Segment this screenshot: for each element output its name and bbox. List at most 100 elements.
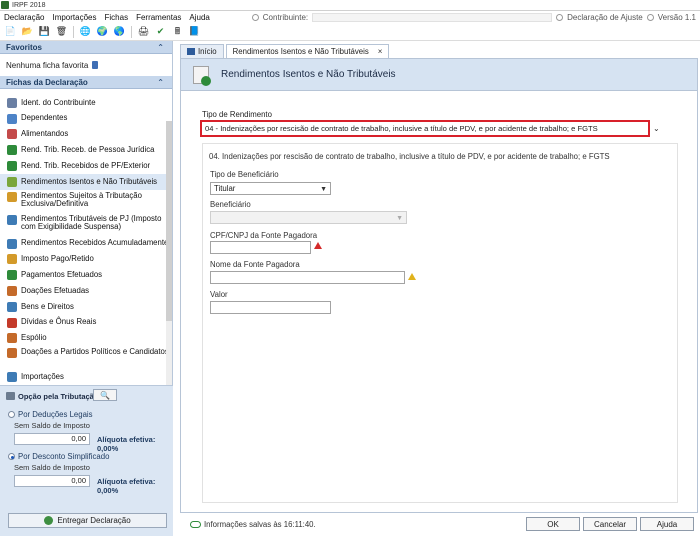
menu-fichas[interactable]: Fichas bbox=[101, 13, 133, 22]
sidebar-item-label: Rend. Trib. Recebidos de PF/Exterior bbox=[21, 160, 151, 170]
sidebar-item[interactable]: Doações a Partidos Políticos e Candidato… bbox=[0, 346, 172, 369]
main-panel: Rendimentos Isentos e Não Tributáveis Ti… bbox=[180, 58, 698, 513]
sidebar-item[interactable]: Bens e Direitos bbox=[0, 299, 172, 315]
ficha-icon bbox=[7, 214, 17, 225]
section-title: 04. Indenizações por rescisão de contrat… bbox=[209, 152, 610, 161]
toolbar: 📄 📂 💾 🗑 🌐 🌍 🌎 🖨 ✔ 🖩 📘 bbox=[0, 23, 700, 41]
save-icon[interactable]: 💾 bbox=[37, 25, 52, 39]
radio-deducoes[interactable]: Por Deduções Legais bbox=[8, 410, 93, 419]
sidebar-item-label: Pagamentos Efetuados bbox=[21, 270, 103, 280]
ajuda-button[interactable]: Ajuda bbox=[640, 517, 694, 531]
ficha-icon bbox=[7, 372, 17, 383]
warning-icon bbox=[408, 273, 416, 280]
menu-importacoes[interactable]: Importações bbox=[48, 13, 100, 22]
scrollbar-thumb[interactable] bbox=[166, 121, 172, 321]
fichas-title: Fichas da Declaração bbox=[6, 77, 88, 87]
favoritos-header[interactable]: Favoritos ⌃ bbox=[0, 41, 172, 54]
ficha-icon bbox=[7, 270, 17, 281]
ficha-icon bbox=[7, 301, 17, 312]
menu-declaracao[interactable]: Declaração bbox=[0, 13, 48, 22]
sidebar-item[interactable]: Rend. Trib. Recebidos de PF/Exterior bbox=[0, 158, 172, 174]
fichas-header[interactable]: Fichas da Declaração ⌃ bbox=[0, 76, 172, 89]
sidebar-item[interactable]: Ident. do Contribuinte bbox=[0, 95, 172, 111]
collapse-icon[interactable]: ⌃ bbox=[157, 78, 164, 87]
chevron-down-icon: ▼ bbox=[396, 215, 403, 222]
menu-ajuda[interactable]: Ajuda bbox=[185, 13, 213, 22]
radio-deducoes-input[interactable] bbox=[8, 411, 15, 418]
sidebar-item[interactable]: Rendimentos Recebidos Acumuladamente bbox=[0, 236, 172, 252]
sidebar-item[interactable]: Alimentandos bbox=[0, 127, 172, 143]
deducoes-aliquota: Alíquota efetiva: 0,00% bbox=[97, 435, 156, 453]
opcao-tributacao-panel: Opção pela Tributação: 🔍 Por Deduções Le… bbox=[0, 385, 173, 536]
entregar-button[interactable]: Entregar Declaração bbox=[8, 513, 167, 528]
open-folder-icon[interactable]: 📂 bbox=[20, 25, 35, 39]
sidebar-item-label: Rendimentos Tributáveis de PJ (Imposto c… bbox=[21, 213, 162, 232]
tipo-rendimento-label: Tipo de Rendimento bbox=[202, 110, 272, 119]
valor-label: Valor bbox=[210, 290, 228, 299]
status-message: Informações salvas às 16:11:40. bbox=[190, 520, 316, 529]
book-icon[interactable]: 📘 bbox=[187, 25, 202, 39]
sidebar-item[interactable]: Dívidas e Ônus Reais bbox=[0, 315, 172, 331]
declaracao-ajuste: Declaração de Ajuste bbox=[567, 12, 643, 22]
sidebar-item-label: Dívidas e Ônus Reais bbox=[21, 317, 97, 327]
sidebar-item-label: Imposto Pago/Retido bbox=[21, 254, 94, 264]
collapse-icon[interactable]: ⌃ bbox=[157, 43, 164, 52]
ficha-icon bbox=[7, 113, 17, 124]
sidebar-item[interactable]: Rendimentos Tributáveis de PJ (Imposto c… bbox=[0, 213, 172, 236]
print-icon[interactable]: 🖨 bbox=[136, 25, 151, 39]
globe-download-icon[interactable]: 🌍 bbox=[95, 25, 110, 39]
sidebar-item[interactable]: Espólio bbox=[0, 331, 172, 347]
web-icon[interactable]: 🌎 bbox=[112, 25, 127, 39]
opcao-title: Opção pela Tributação: bbox=[18, 392, 101, 401]
chevron-down-icon[interactable]: ⌄ bbox=[653, 124, 660, 133]
ok-button[interactable]: OK bbox=[526, 517, 580, 531]
close-icon[interactable]: × bbox=[378, 47, 383, 56]
tab-rendimentos-isentos[interactable]: Rendimentos Isentos e Não Tributáveis × bbox=[225, 44, 390, 58]
nome-label: Nome da Fonte Pagadora bbox=[210, 260, 300, 269]
sidebar-item-label: Rendimentos Recebidos Acumuladamente bbox=[21, 238, 169, 248]
sidebar-item-label: Alimentandos bbox=[21, 129, 69, 139]
new-file-icon[interactable]: 📄 bbox=[3, 25, 18, 39]
contribuinte-field bbox=[312, 12, 553, 22]
simplificado-aliquota: Alíquota efetiva: 0,00% bbox=[97, 477, 156, 495]
menu-bar: Declaração Importações Fichas Ferramenta… bbox=[0, 11, 700, 23]
beneficiario-select[interactable]: ▼ bbox=[210, 211, 407, 224]
sidebar-item-label: Dependentes bbox=[21, 113, 68, 123]
menu-ferramentas[interactable]: Ferramentas bbox=[132, 13, 185, 22]
sidebar-item[interactable]: Imposto Pago/Retido bbox=[0, 252, 172, 268]
sidebar: Favoritos ⌃ Nenhuma ficha favorita Ficha… bbox=[0, 41, 173, 536]
radio-simplificado-input[interactable] bbox=[8, 453, 15, 460]
user-icon bbox=[251, 13, 259, 21]
cpf-input[interactable] bbox=[210, 241, 311, 254]
check-icon[interactable]: ✔ bbox=[153, 25, 168, 39]
app-icon bbox=[1, 1, 9, 9]
tipo-beneficiario-select[interactable]: Titular ▼ bbox=[210, 182, 331, 195]
toolbar-separator bbox=[131, 25, 132, 38]
sidebar-item[interactable]: Importações bbox=[0, 369, 172, 385]
document-icon bbox=[556, 13, 564, 21]
deducoes-value: 0,00 bbox=[14, 433, 90, 445]
globe-icon bbox=[44, 516, 54, 525]
calculator-icon[interactable]: 🖩 bbox=[170, 25, 185, 39]
radio-simplificado[interactable]: Por Desconto Simplificado bbox=[8, 452, 109, 461]
title-bar: IRPF 2018 bbox=[0, 0, 700, 11]
nome-input[interactable] bbox=[210, 271, 405, 284]
sidebar-item-label: Doações a Partidos Políticos e Candidato… bbox=[21, 347, 169, 357]
toolbar-separator bbox=[73, 25, 74, 38]
tipo-rendimento-select[interactable]: 04 - Indenizações por rescisão de contra… bbox=[200, 120, 650, 137]
sidebar-item[interactable]: Pagamentos Efetuados bbox=[0, 267, 172, 283]
sidebar-item[interactable]: Rendimentos Sujeitos à Tributação Exclus… bbox=[0, 190, 172, 213]
cancelar-button[interactable]: Cancelar bbox=[583, 517, 637, 531]
sidebar-item[interactable]: Rendimentos Isentos e Não Tributáveis bbox=[0, 173, 172, 190]
sidebar-item[interactable]: Dependentes bbox=[0, 111, 172, 127]
search-button[interactable]: 🔍 bbox=[93, 389, 117, 401]
ficha-icon bbox=[7, 176, 17, 187]
valor-input[interactable] bbox=[210, 301, 331, 314]
sidebar-item[interactable]: Doações Efetuadas bbox=[0, 283, 172, 299]
globe-icon[interactable]: 🌐 bbox=[78, 25, 93, 39]
sidebar-item[interactable]: Rend. Trib. Receb. de Pessoa Jurídica bbox=[0, 142, 172, 158]
tab-inicio[interactable]: Início bbox=[180, 44, 224, 58]
simplificado-saldo-label: Sem Saldo de Imposto bbox=[14, 463, 90, 472]
ficha-icon bbox=[7, 145, 17, 156]
trash-icon[interactable]: 🗑 bbox=[54, 25, 69, 39]
